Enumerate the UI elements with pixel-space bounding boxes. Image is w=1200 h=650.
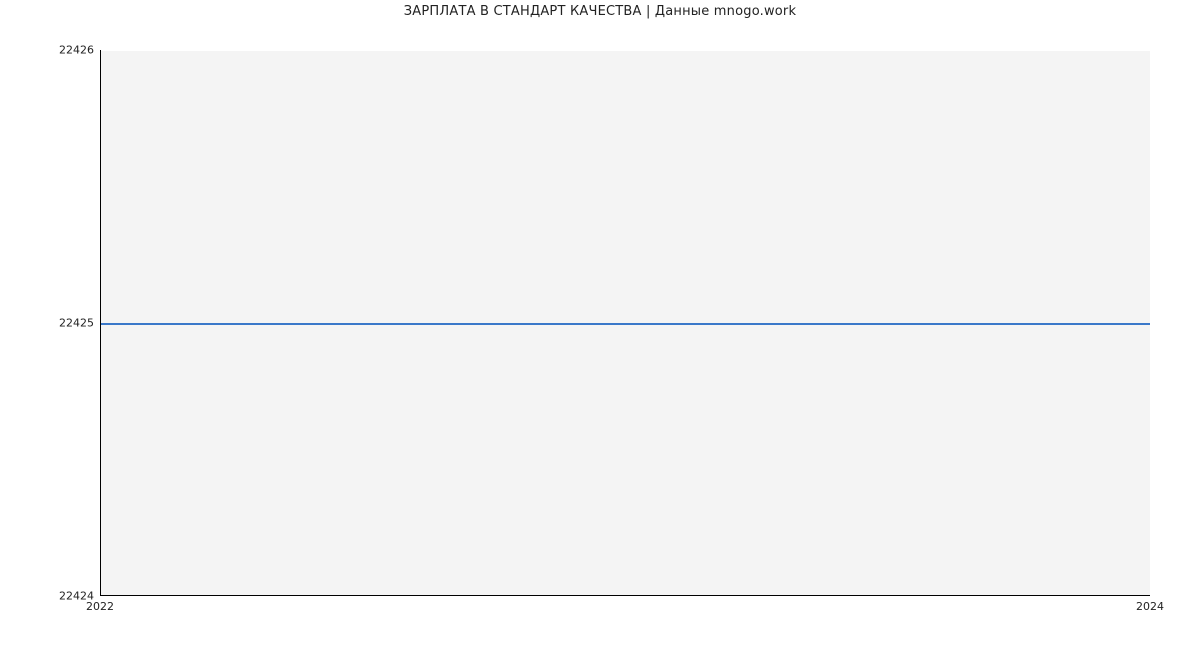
xtick-2022: 2022: [86, 600, 114, 613]
data-line: [101, 323, 1150, 325]
ytick-22425: 22425: [59, 317, 94, 330]
ytick-22426: 22426: [59, 44, 94, 57]
plot-area: [100, 50, 1150, 596]
chart-title: ЗАРПЛАТА В СТАНДАРТ КАЧЕСТВА | Данные mn…: [0, 4, 1200, 19]
xtick-2024: 2024: [1136, 600, 1164, 613]
gridline-top: [101, 50, 1150, 51]
salary-chart: ЗАРПЛАТА В СТАНДАРТ КАЧЕСТВА | Данные mn…: [0, 0, 1200, 650]
